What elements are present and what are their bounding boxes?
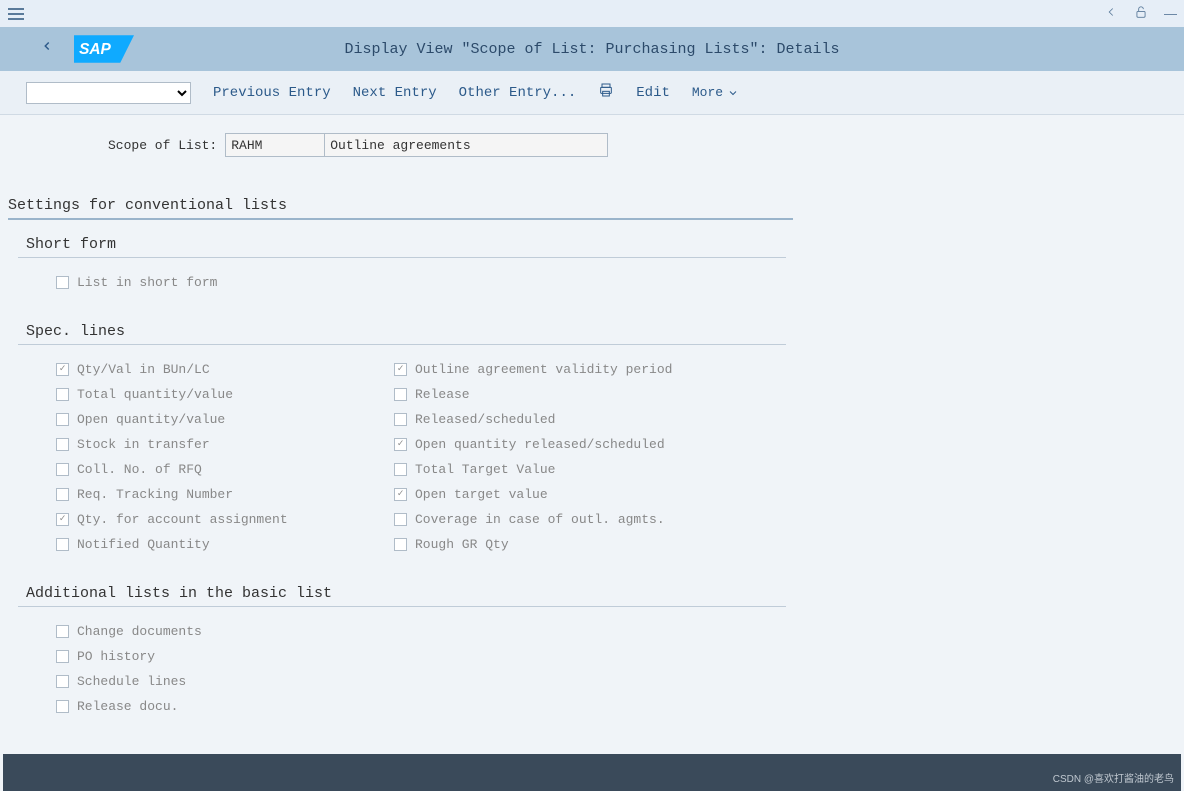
checkbox-row: PO history	[18, 644, 1176, 669]
edit-button[interactable]: Edit	[636, 85, 670, 101]
checkbox-label: Coll. No. of RFQ	[77, 462, 202, 477]
footer	[3, 754, 1181, 791]
checkbox-row: Total Target Value	[356, 457, 694, 482]
checkbox-label: PO history	[77, 649, 155, 664]
more-label: More	[692, 85, 723, 100]
scope-desc-input[interactable]	[325, 133, 608, 157]
menu-icon[interactable]	[8, 8, 24, 20]
scope-row: Scope of List:	[8, 133, 1176, 157]
checkbox[interactable]	[56, 538, 69, 551]
checkbox-row: Req. Tracking Number	[18, 482, 356, 507]
checkbox-label: Open target value	[415, 487, 548, 502]
checkbox-row: Notified Quantity	[18, 532, 356, 557]
more-button[interactable]: More	[692, 85, 739, 100]
checkbox-label: Notified Quantity	[77, 537, 210, 552]
lock-icon[interactable]	[1134, 5, 1148, 22]
checkbox[interactable]	[56, 388, 69, 401]
checkbox[interactable]	[56, 625, 69, 638]
minimize-icon[interactable]: —	[1164, 6, 1176, 21]
checkbox-row: Coverage in case of outl. agmts.	[356, 507, 694, 532]
short-form-title: Short form	[18, 232, 786, 258]
checkbox-row: Total quantity/value	[18, 382, 356, 407]
checkbox-row: Open quantity released/scheduled	[356, 432, 694, 457]
checkbox[interactable]	[394, 538, 407, 551]
scope-value-input[interactable]	[225, 133, 325, 157]
checkbox-row: Schedule lines	[18, 669, 1176, 694]
content: Scope of List: Settings for conventional…	[0, 115, 1184, 761]
checkbox-label: Released/scheduled	[415, 412, 555, 427]
checkbox[interactable]	[394, 363, 407, 376]
checkbox-label: Release docu.	[77, 699, 178, 714]
settings-section-title: Settings for conventional lists	[8, 193, 793, 220]
checkbox[interactable]	[56, 650, 69, 663]
checkbox[interactable]	[394, 413, 407, 426]
checkbox-row: Released/scheduled	[356, 407, 694, 432]
chevron-down-icon	[727, 87, 739, 99]
list-short-label: List in short form	[77, 275, 217, 290]
checkbox-row: Open target value	[356, 482, 694, 507]
back-icon[interactable]	[1104, 5, 1118, 22]
checkbox[interactable]	[394, 388, 407, 401]
checkbox-label: Req. Tracking Number	[77, 487, 233, 502]
topbar: —	[0, 0, 1184, 27]
previous-entry-button[interactable]: Previous Entry	[213, 85, 331, 101]
back-button[interactable]	[40, 37, 54, 61]
header: SAP Display View "Scope of List: Purchas…	[0, 27, 1184, 71]
checkbox-row: Stock in transfer	[18, 432, 356, 457]
scope-label: Scope of List:	[108, 138, 217, 153]
checkbox[interactable]	[394, 488, 407, 501]
checkbox-label: Schedule lines	[77, 674, 186, 689]
list-short-checkbox[interactable]	[56, 276, 69, 289]
short-form-row: List in short form	[18, 270, 1176, 295]
checkbox-row: Change documents	[18, 619, 1176, 644]
checkbox-label: Qty/Val in BUn/LC	[77, 362, 210, 377]
checkbox-row: Rough GR Qty	[356, 532, 694, 557]
checkbox-row: Open quantity/value	[18, 407, 356, 432]
spec-lines-title: Spec. lines	[18, 319, 786, 345]
checkbox-label: Outline agreement validity period	[415, 362, 672, 377]
checkbox-label: Total Target Value	[415, 462, 555, 477]
checkbox-label: Rough GR Qty	[415, 537, 509, 552]
checkbox-label: Open quantity released/scheduled	[415, 437, 665, 452]
checkbox[interactable]	[56, 675, 69, 688]
checkbox-row: Release	[356, 382, 694, 407]
checkbox-label: Total quantity/value	[77, 387, 233, 402]
checkbox[interactable]	[394, 463, 407, 476]
checkbox[interactable]	[56, 488, 69, 501]
toolbar-select[interactable]	[26, 82, 191, 104]
checkbox-label: Release	[415, 387, 470, 402]
additional-list: Change documents PO history Schedule lines…	[18, 619, 1176, 719]
next-entry-button[interactable]: Next Entry	[353, 85, 437, 101]
checkbox-row: Release docu.	[18, 694, 1176, 719]
checkbox[interactable]	[394, 513, 407, 526]
checkbox-label: Qty. for account assignment	[77, 512, 288, 527]
checkbox-row: Outline agreement validity period	[356, 357, 694, 382]
checkbox-row: Qty. for account assignment	[18, 507, 356, 532]
checkbox-label: Open quantity/value	[77, 412, 225, 427]
additional-title: Additional lists in the basic list	[18, 581, 786, 607]
checkbox-row: Qty/Val in BUn/LC	[18, 357, 356, 382]
toolbar: Previous Entry Next Entry Other Entry...…	[0, 71, 1184, 115]
checkbox[interactable]	[56, 363, 69, 376]
checkbox-label: Stock in transfer	[77, 437, 210, 452]
svg-text:SAP: SAP	[79, 41, 111, 58]
checkbox[interactable]	[56, 700, 69, 713]
page-title: Display View "Scope of List: Purchasing …	[344, 41, 839, 58]
checkbox[interactable]	[56, 463, 69, 476]
checkbox-label: Coverage in case of outl. agmts.	[415, 512, 665, 527]
checkbox[interactable]	[56, 438, 69, 451]
watermark: CSDN @喜欢打酱油的老鸟	[1053, 770, 1174, 785]
checkbox[interactable]	[394, 438, 407, 451]
spec-lines-grid: Qty/Val in BUn/LC Outline agreement valid…	[18, 357, 1176, 557]
checkbox-row: Coll. No. of RFQ	[18, 457, 356, 482]
checkbox-label: Change documents	[77, 624, 202, 639]
checkbox[interactable]	[56, 413, 69, 426]
print-icon[interactable]	[598, 82, 614, 103]
checkbox[interactable]	[56, 513, 69, 526]
other-entry-button[interactable]: Other Entry...	[459, 85, 577, 101]
sap-logo: SAP	[74, 35, 134, 63]
